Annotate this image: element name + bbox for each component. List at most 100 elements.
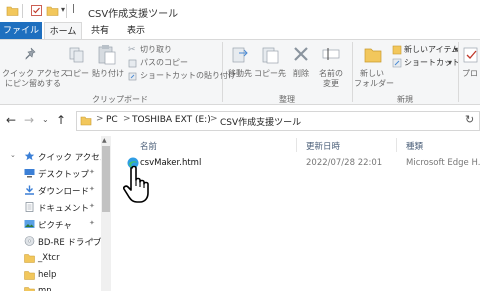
column-separator[interactable] (396, 138, 397, 152)
column-header-type[interactable]: 種類 (406, 140, 423, 152)
move-to-button[interactable]: 移動先 (224, 69, 256, 79)
quick-access-separator (66, 4, 67, 18)
nav-item-label: クイック アクセス (38, 153, 109, 163)
tab-home[interactable]: ホーム (44, 22, 82, 40)
folder-icon (6, 4, 19, 17)
nav-item-label: help (38, 270, 57, 280)
quick-access-separator (22, 4, 23, 18)
picture-icon (24, 219, 35, 229)
crumb-separator: > (210, 114, 218, 124)
nav-item-folder[interactable]: help (0, 267, 100, 284)
paste-icon[interactable] (97, 44, 117, 66)
pin-icon[interactable]: ✦ (89, 202, 95, 210)
scroll-up-icon[interactable]: ▲ (102, 137, 107, 144)
cut-button[interactable]: 切り取り (140, 45, 172, 55)
column-header-name[interactable]: 名前 (140, 140, 157, 152)
file-modified: 2022/07/28 22:01 (306, 158, 383, 168)
title-divider: | (72, 4, 76, 14)
delete-icon[interactable] (292, 45, 310, 63)
delete-button[interactable]: 削除 (288, 69, 314, 79)
copy-icon[interactable] (68, 46, 86, 64)
group-separator (458, 42, 459, 102)
pin-icon[interactable] (22, 46, 40, 64)
up-icon[interactable]: ↑ (56, 113, 66, 127)
document-icon (24, 202, 35, 212)
pin-icon[interactable]: ✦ (89, 185, 95, 193)
nav-item-bd-drive[interactable]: BD-RE ドライブ ✦ (0, 233, 101, 250)
paste-shortcut-icon[interactable] (128, 72, 137, 81)
quick-access-dropdown-icon[interactable]: ▾ (61, 5, 65, 14)
organize-group-label: 整理 (279, 95, 295, 104)
nav-item-label: ピクチャ (38, 221, 72, 231)
star-icon (24, 151, 35, 161)
new-group-label: 新規 (397, 95, 413, 104)
nav-item-quick-access[interactable]: ⌄ クイック アクセス (0, 148, 108, 165)
copy-button[interactable]: コピー (62, 69, 92, 79)
crumb-separator: > (96, 114, 104, 124)
nav-item-folder[interactable]: mn (0, 283, 100, 291)
properties-button[interactable]: プロ (462, 69, 480, 79)
cut-icon[interactable]: ✂ (128, 45, 136, 55)
rename-label-2[interactable]: 変更 (316, 79, 346, 89)
folder-icon (80, 115, 92, 126)
rename-label-1[interactable]: 名前の (316, 69, 346, 79)
group-separator (222, 42, 223, 102)
back-icon[interactable]: ← (6, 113, 16, 127)
tab-view[interactable]: 表示 (122, 22, 150, 40)
chevron-down-icon[interactable]: ⌄ (10, 151, 16, 159)
copy-path-button[interactable]: パスのコピー (140, 58, 188, 68)
download-icon (24, 185, 35, 195)
new-folder-quick-icon[interactable] (46, 4, 59, 17)
properties-check-icon[interactable] (30, 4, 43, 17)
new-item-button[interactable]: 新しいアイテム (404, 45, 459, 55)
copy-path-icon[interactable] (128, 59, 137, 68)
properties-icon[interactable] (463, 46, 480, 64)
pin-quick-access-label-1[interactable]: クイック アクセス (2, 69, 68, 79)
hand-cursor-icon (123, 165, 155, 205)
nav-item-downloads[interactable]: ダウンロード ✦ (0, 182, 100, 199)
tab-file[interactable]: ファイル (0, 22, 42, 40)
file-type: Microsoft Edge H... (406, 158, 480, 168)
window-title: CSV作成支援ツール (88, 9, 179, 20)
copy-to-button[interactable]: コピー先 (254, 69, 286, 79)
nav-scrollbar-thumb[interactable] (102, 146, 110, 212)
disc-icon (24, 236, 35, 246)
column-separator[interactable] (296, 138, 297, 152)
folder-icon (24, 270, 35, 280)
pin-icon[interactable]: ✦ (89, 219, 95, 227)
nav-item-folder[interactable]: _Xtcr (0, 250, 100, 267)
nav-item-label: ドキュメント (38, 204, 90, 214)
crumb-drive[interactable]: TOSHIBA EXT (E:) (132, 115, 211, 125)
clipboard-group-label: クリップボード (92, 95, 148, 104)
new-folder-label-2[interactable]: フォルダー (354, 79, 394, 89)
column-header-modified[interactable]: 更新日時 (306, 140, 340, 152)
crumb-separator: > (123, 114, 131, 124)
nav-item-pictures[interactable]: ピクチャ ✦ (0, 216, 100, 233)
move-to-icon[interactable] (231, 45, 249, 65)
copy-to-icon[interactable] (261, 45, 279, 65)
new-folder-icon[interactable] (363, 44, 383, 64)
group-separator (352, 42, 353, 102)
crumb-folder[interactable]: CSV作成支援ツール (220, 115, 301, 128)
crumb-pc[interactable]: PC (106, 115, 118, 125)
rename-icon[interactable] (322, 46, 340, 62)
new-folder-label-1[interactable]: 新しい (354, 69, 390, 79)
shortcut-icon[interactable] (392, 58, 402, 68)
pin-icon[interactable]: ✦ (89, 168, 95, 176)
nav-item-documents[interactable]: ドキュメント ✦ (0, 199, 100, 216)
nav-item-label: _Xtcr (38, 253, 60, 263)
nav-item-desktop[interactable]: デスクトップ ✦ (0, 165, 100, 182)
tab-share[interactable]: 共有 (86, 22, 114, 40)
paste-button[interactable]: 貼り付け (90, 69, 126, 79)
recent-locations-icon[interactable]: ⌄ (42, 115, 49, 124)
refresh-icon[interactable]: ↻ (465, 113, 474, 126)
nav-item-label: デスクトップ (38, 170, 90, 180)
shortcut-dropdown-icon[interactable]: ▾ (448, 58, 452, 67)
new-item-icon[interactable] (392, 45, 402, 55)
folder-icon (24, 286, 35, 291)
pin-icon[interactable]: ✦ (89, 236, 95, 244)
pin-quick-access-label-2[interactable]: にピン留めする (2, 79, 64, 89)
nav-item-label: ダウンロード (38, 187, 90, 197)
desktop-icon (24, 168, 35, 178)
forward-icon[interactable]: → (24, 113, 34, 127)
